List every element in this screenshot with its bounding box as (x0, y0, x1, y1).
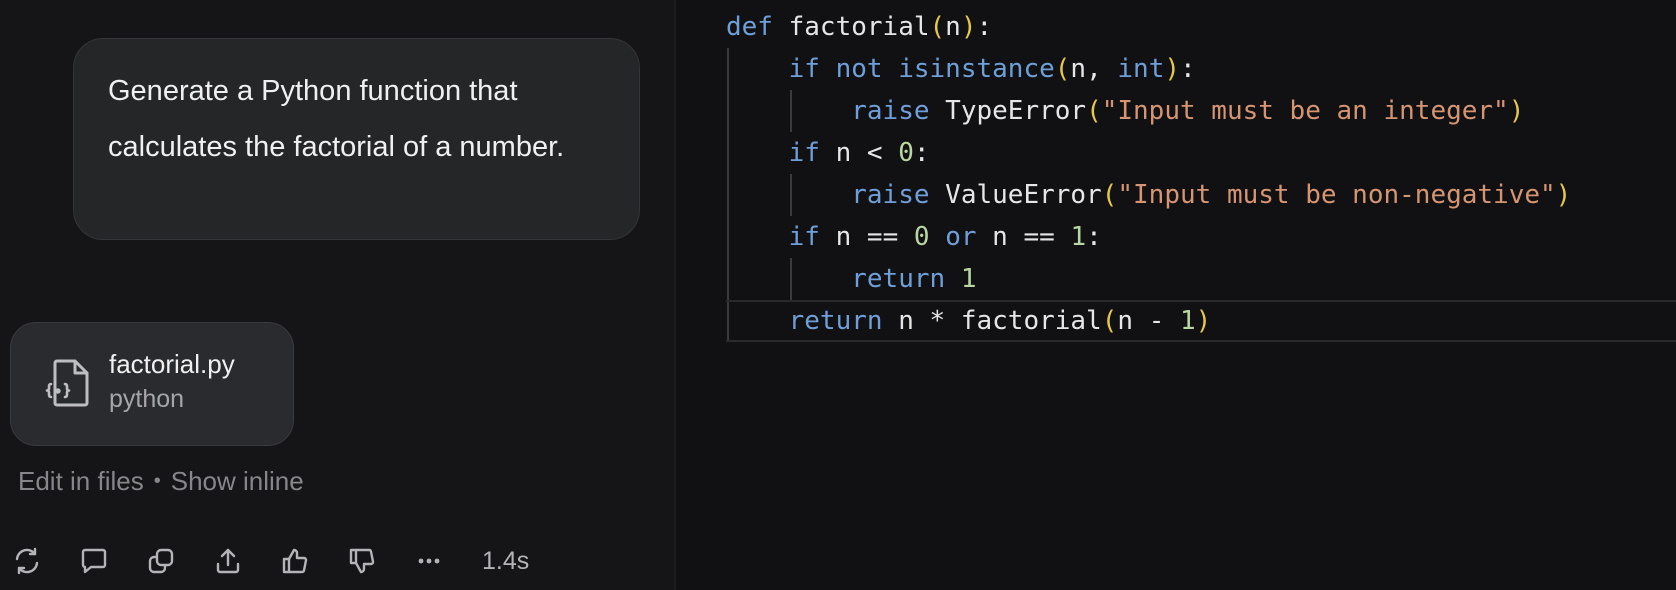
code-line[interactable]: return n * factorial(n - 1) (726, 300, 1676, 342)
comment-icon (81, 548, 107, 574)
code-line[interactable]: def factorial(n): (726, 6, 1571, 48)
show-inline-link[interactable]: Show inline (171, 466, 304, 496)
user-message: Generate a Python function that calculat… (73, 38, 640, 240)
file-attachment-card[interactable]: factorial.py python (10, 322, 294, 446)
code-line[interactable]: raise TypeError("Input must be an intege… (726, 90, 1571, 132)
response-time: 1.4s (482, 547, 530, 575)
code-file-icon (45, 359, 89, 407)
code-line[interactable]: return 1 (726, 258, 1571, 300)
more-icon (418, 558, 440, 564)
share-button[interactable] (211, 544, 245, 578)
comment-button[interactable] (77, 544, 111, 578)
regenerate-button[interactable] (10, 544, 44, 578)
share-icon (216, 548, 240, 574)
code-line[interactable]: if not isinstance(n, int): (726, 48, 1571, 90)
chat-pane: Generate a Python function that calculat… (0, 0, 674, 590)
thumbs-up-icon (282, 548, 308, 574)
code-line[interactable]: raise ValueError("Input must be non-nega… (726, 174, 1571, 216)
code-line[interactable]: if n == 0 or n == 1: (726, 216, 1571, 258)
file-name: factorial.py (109, 349, 235, 379)
like-button[interactable] (278, 544, 312, 578)
thumbs-down-icon (349, 548, 375, 574)
refresh-icon (15, 547, 39, 575)
copy-icon (148, 548, 174, 574)
code-editor-pane[interactable]: def factorial(n): if not isinstance(n, i… (676, 0, 1676, 590)
message-action-bar: 1.4s (10, 544, 550, 580)
file-actions: Edit in files • Show inline (18, 466, 304, 497)
code-block[interactable]: def factorial(n): if not isinstance(n, i… (726, 6, 1676, 342)
copy-button[interactable] (144, 544, 178, 578)
edit-in-files-link[interactable]: Edit in files (18, 466, 144, 496)
separator-dot: • (153, 470, 161, 492)
file-language: python (109, 385, 185, 413)
more-options-button[interactable] (412, 544, 446, 578)
dislike-button[interactable] (345, 544, 379, 578)
code-line[interactable]: if n < 0: (726, 132, 1571, 174)
